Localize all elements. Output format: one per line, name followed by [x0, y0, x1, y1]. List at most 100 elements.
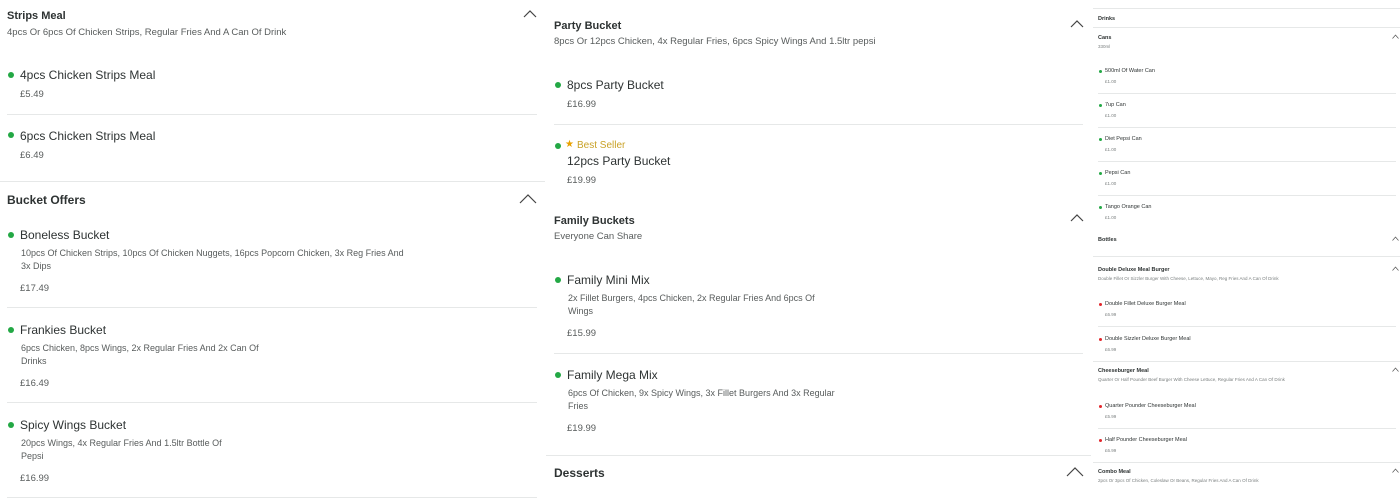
menu-item-name: 7up Can	[1105, 102, 1126, 108]
menu-item[interactable]: 8pcs Party Bucket £16.99	[546, 72, 1083, 124]
chevron-up-icon[interactable]	[1392, 266, 1399, 271]
divider	[1098, 93, 1396, 94]
menu-item-description: 6pcs Chicken, 8pcs Wings, 2x Regular Fri…	[21, 343, 259, 353]
menu-item[interactable]: Double Sizzler Deluxe Burger Meal £6.99	[1093, 334, 1396, 362]
menu-item-description: Drinks	[21, 356, 47, 366]
menu-column-right: Drinks Cans 330ml 500ml Of Water Can £1.…	[1093, 0, 1400, 500]
category-subtitle: Everyone Can Share	[554, 231, 643, 242]
menu-item-name: Diet Pepsi Can	[1105, 136, 1142, 142]
menu-item-name: Family Mega Mix	[567, 368, 658, 382]
menu-item[interactable]: 4pcs Chicken Strips Meal £5.49	[0, 62, 537, 114]
menu-item[interactable]: Double Fillet Deluxe Burger Meal £6.99	[1093, 299, 1396, 327]
menu-item-price: £1.00	[1105, 215, 1117, 220]
chevron-up-icon[interactable]	[1066, 466, 1084, 477]
menu-column-left: Strips Meal 4pcs Or 6pcs Of Chicken Stri…	[0, 0, 545, 500]
menu-item[interactable]: Diet Pepsi Can £1.00	[1093, 134, 1396, 162]
availability-dot-icon	[1099, 104, 1102, 107]
menu-item-price: £16.99	[567, 99, 597, 110]
divider	[1093, 361, 1400, 362]
category-subtitle: 4pcs Or 6pcs Of Chicken Strips, Regular …	[7, 27, 287, 38]
availability-dot-icon	[1099, 206, 1102, 209]
menu-item-price: £1.00	[1105, 113, 1117, 118]
divider	[1093, 462, 1400, 463]
menu-item-name: Double Sizzler Deluxe Burger Meal	[1105, 336, 1191, 342]
divider	[1098, 428, 1396, 429]
chevron-up-icon[interactable]	[1070, 213, 1084, 222]
category-subtitle: Quarter Or Half Pounder Beef Burger With…	[1098, 377, 1285, 382]
divider	[1098, 195, 1396, 196]
menu-item-price: £17.49	[20, 283, 50, 294]
menu-item-price: £1.00	[1105, 79, 1117, 84]
availability-dot-icon	[1099, 70, 1102, 73]
category-title-cheeseburger: Cheeseburger Meal	[1098, 368, 1149, 374]
menu-item[interactable]: Pepsi Can £1.00	[1093, 168, 1396, 196]
menu-item-description: Wings	[568, 306, 594, 316]
menu-column-middle: Party Bucket 8pcs Or 12pcs Chicken, 4x R…	[546, 0, 1091, 500]
menu-item-price: £15.99	[567, 328, 597, 339]
category-title-desserts: Desserts	[554, 466, 605, 480]
menu-item[interactable]: 500ml Of Water Can £1.00	[1093, 66, 1396, 94]
availability-dot-icon	[555, 82, 561, 88]
availability-dot-icon	[1099, 439, 1102, 442]
availability-dot-icon	[8, 72, 14, 78]
divider	[7, 114, 537, 115]
menu-item[interactable]: Boneless Bucket 10pcs Of Chicken Strips,…	[0, 222, 537, 307]
availability-dot-icon	[1099, 405, 1102, 408]
menu-item-price: £19.99	[567, 423, 597, 434]
category-title-strips-meal: Strips Meal	[7, 10, 66, 22]
menu-item-description: 10pcs Of Chicken Strips, 10pcs Of Chicke…	[21, 248, 404, 258]
divider	[0, 181, 545, 182]
divider	[554, 124, 1083, 125]
divider	[1098, 127, 1396, 128]
menu-item-name: Boneless Bucket	[20, 228, 110, 242]
menu-item-price: £5.49	[20, 89, 44, 100]
category-title-drinks: Drinks	[1098, 16, 1116, 22]
divider	[546, 455, 1091, 456]
divider	[7, 497, 537, 498]
availability-dot-icon	[555, 372, 561, 378]
category-title-double-deluxe: Double Deluxe Meal Burger	[1098, 267, 1170, 273]
category-title-family-buckets: Family Buckets	[554, 215, 635, 227]
menu-item-price: £1.00	[1105, 181, 1117, 186]
subcategory-subtitle: 330ml	[1098, 44, 1111, 49]
menu-item-price: £16.49	[20, 378, 50, 389]
menu-item-name: 500ml Of Water Can	[1105, 68, 1155, 74]
menu-item[interactable]: ★ Best Seller 12pcs Party Bucket £19.99	[546, 134, 1083, 196]
menu-item-price: £19.99	[567, 175, 597, 186]
divider	[554, 353, 1083, 354]
menu-item[interactable]: Tango Orange Can £1.00	[1093, 202, 1396, 228]
menu-item[interactable]: 6pcs Chicken Strips Meal £6.49	[0, 122, 537, 176]
menu-item-description: Fries	[568, 401, 588, 411]
menu-item-description: 6pcs Of Chicken, 9x Spicy Wings, 3x Fill…	[568, 388, 835, 398]
divider	[7, 402, 537, 403]
chevron-up-icon[interactable]	[1392, 367, 1399, 372]
category-subtitle: 2pcs Or 3pcs Of Chicken, Coleslaw Or Bea…	[1098, 478, 1259, 483]
chevron-up-icon[interactable]	[519, 193, 537, 204]
menu-item[interactable]: Quarter Pounder Cheeseburger Meal £5.99	[1093, 401, 1396, 429]
subcategory-title-cans: Cans	[1098, 35, 1112, 41]
menu-item-name: 6pcs Chicken Strips Meal	[20, 129, 156, 143]
menu-item[interactable]: Family Mini Mix 2x Fillet Burgers, 4pcs …	[546, 267, 1083, 353]
chevron-up-icon[interactable]	[1070, 19, 1084, 28]
menu-item-price: £5.99	[1105, 414, 1117, 419]
chevron-up-icon[interactable]	[1392, 468, 1399, 473]
availability-dot-icon	[8, 422, 14, 428]
menu-item-name: Double Fillet Deluxe Burger Meal	[1105, 301, 1186, 307]
chevron-up-icon[interactable]	[1392, 34, 1399, 39]
menu-item-name: Spicy Wings Bucket	[20, 418, 127, 432]
chevron-up-icon[interactable]	[523, 9, 537, 18]
availability-dot-icon	[555, 277, 561, 283]
menu-item[interactable]: Spicy Wings Bucket 20pcs Wings, 4x Regul…	[0, 412, 537, 497]
menu-item-price: £6.99	[1105, 448, 1117, 453]
menu-item[interactable]: Frankies Bucket 6pcs Chicken, 8pcs Wings…	[0, 317, 537, 402]
chevron-up-icon[interactable]	[1392, 236, 1399, 241]
menu-item[interactable]: Family Mega Mix 6pcs Of Chicken, 9x Spic…	[546, 362, 1083, 448]
menu-item-name: 12pcs Party Bucket	[567, 154, 671, 168]
availability-dot-icon	[1099, 138, 1102, 141]
menu-item[interactable]: Half Pounder Cheeseburger Meal £6.99	[1093, 435, 1396, 461]
best-seller-badge: Best Seller	[577, 140, 626, 151]
availability-dot-icon	[1099, 303, 1102, 306]
menu-item[interactable]: 7up Can £1.00	[1093, 100, 1396, 128]
divider	[7, 307, 537, 308]
availability-dot-icon	[8, 327, 14, 333]
